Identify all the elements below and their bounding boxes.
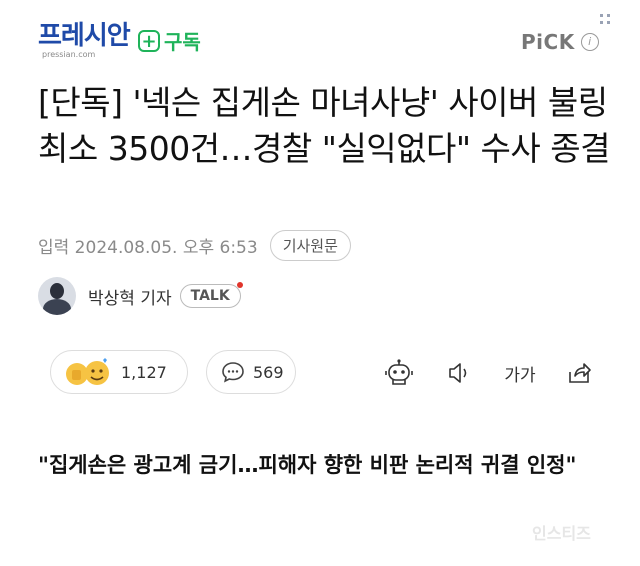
tts-button[interactable] (444, 358, 474, 388)
article-title: [단독] '넥슨 집게손 마녀사냥' 사이버 불링 최소 3500건…경찰 "실… (38, 83, 610, 168)
subscribe-button[interactable]: + 구독 (138, 26, 201, 55)
logo-domain: pressian.com (42, 50, 96, 59)
avatar-head (50, 283, 64, 299)
summary-button[interactable] (384, 358, 414, 388)
logo-text: 프레시안 (38, 21, 131, 51)
comment-button[interactable]: 569 (206, 350, 296, 394)
notification-dot (236, 282, 243, 288)
article-dateline: 입력 2024.08.05. 오후 6:53 기사원문 (38, 230, 351, 261)
original-article-button[interactable]: 기사원문 (269, 230, 351, 261)
reporter-info: 박상혁 기자 TALK (38, 277, 243, 315)
pick-badge[interactable]: PiCK i (521, 30, 599, 54)
expand-icon[interactable] (598, 12, 612, 26)
article-header: 프레시안 pressian.com + 구독 PiCK i (0, 0, 640, 80)
share-icon (569, 363, 591, 383)
plus-icon: + (138, 29, 160, 52)
pick-label: PiCK (521, 30, 575, 54)
font-size-button[interactable]: 가가 (500, 358, 540, 388)
publish-date: 입력 2024.08.05. 오후 6:53 (38, 238, 258, 258)
reaction-button[interactable]: 1,127 (50, 350, 188, 394)
comment-count: 569 (253, 362, 284, 382)
comment-icon (222, 362, 244, 383)
reporter-name[interactable]: 박상혁 기자 (88, 284, 172, 309)
watermark: 인스티즈 (532, 524, 591, 543)
robot-summary-icon (385, 359, 413, 385)
share-button[interactable] (564, 358, 594, 388)
avatar[interactable] (38, 277, 76, 315)
talk-button[interactable]: TALK (179, 282, 243, 308)
like-emoji-icon (66, 358, 109, 385)
subscribe-label: 구독 (164, 30, 201, 54)
like-count: 1,127 (121, 362, 167, 382)
action-bar: 1,127 569 가가 (38, 350, 608, 396)
talk-label: TALK (190, 288, 230, 304)
info-icon[interactable]: i (580, 33, 599, 51)
article-subheading: "집게손은 광고계 금기…피해자 향한 비판 논리적 귀결 인정" (38, 453, 577, 477)
speaker-icon (449, 363, 467, 383)
avatar-body (43, 299, 71, 315)
pressian-logo[interactable]: 프레시안 pressian.com (38, 21, 131, 60)
